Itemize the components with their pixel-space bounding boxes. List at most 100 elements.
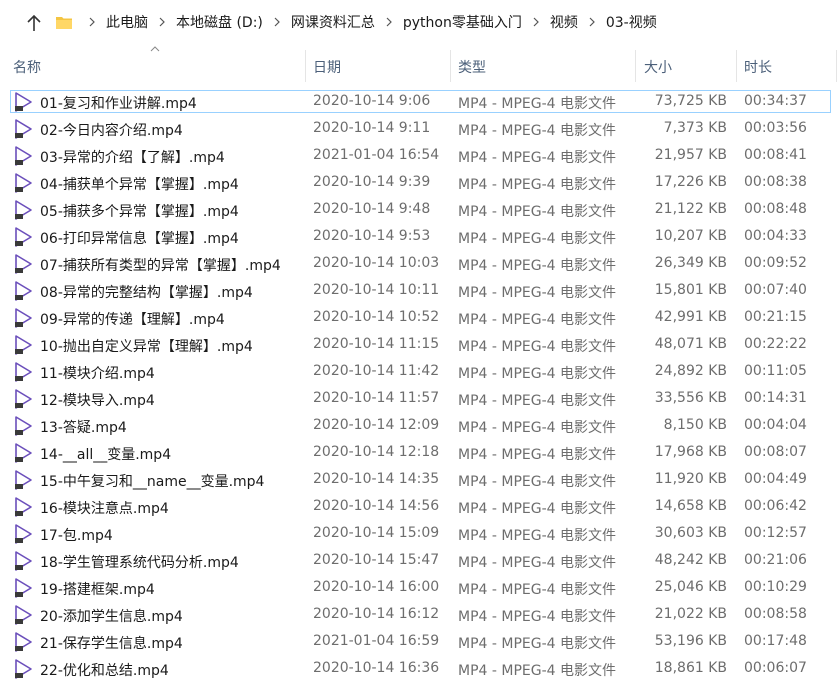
- file-size: 17,968 KB: [654, 444, 727, 460]
- file-duration: 00:11:05: [744, 363, 807, 379]
- column-size[interactable]: 大小: [636, 44, 737, 88]
- up-arrow-icon[interactable]: [22, 11, 46, 35]
- file-size: 14,658 KB: [654, 498, 727, 514]
- file-size: 73,725 KB: [654, 93, 727, 109]
- file-row[interactable]: 15-中午复习和__name__变量.mp4 2020-10-14 14:35 MP…: [0, 466, 840, 493]
- file-size: 33,556 KB: [654, 390, 727, 406]
- address-bar: 此电脑 本地磁盘 (D:) 网课资料汇总 python零基础入门 视频 03-视…: [0, 0, 840, 45]
- file-duration: 00:08:38: [744, 174, 807, 190]
- file-name: 15-中午复习和__name__变量.mp4: [40, 474, 265, 490]
- file-name: 01-复习和作业讲解.mp4: [40, 96, 197, 112]
- file-date: 2021-01-04 16:54: [313, 147, 440, 163]
- video-file-icon: [15, 173, 32, 193]
- file-row[interactable]: 08-异常的完整结构【掌握】.mp4 2020-10-14 10:11 MP4 - …: [0, 277, 840, 304]
- file-size: 21,122 KB: [654, 201, 727, 217]
- file-size: 48,242 KB: [654, 552, 727, 568]
- chevron-right-icon[interactable]: [271, 16, 283, 28]
- folder-icon: [56, 17, 72, 29]
- file-row[interactable]: 04-捕获单个异常【掌握】.mp4 2020-10-14 9:39 MP4 - MP…: [0, 169, 840, 196]
- file-row[interactable]: 10-抛出自定义异常【理解】.mp4 2020-10-14 11:15 MP4 - …: [0, 331, 840, 358]
- file-row[interactable]: 21-保存学生信息.mp4 2021-01-04 16:59 MP4 - MPEG-…: [0, 628, 840, 655]
- file-row[interactable]: 22-优化和总结.mp4 2020-10-14 16:36 MP4 - MPEG-4…: [0, 655, 840, 682]
- chevron-right-icon[interactable]: [383, 16, 395, 28]
- file-name: 11-模块介绍.mp4: [40, 366, 155, 382]
- file-row[interactable]: 14-__all__变量.mp4 2020-10-14 12:18 MP4 - MP…: [0, 439, 840, 466]
- chevron-right-icon[interactable]: [156, 16, 168, 28]
- file-date: 2020-10-14 11:15: [313, 336, 440, 352]
- file-type: MP4 - MPEG-4 电影文件: [458, 528, 617, 544]
- file-row[interactable]: 20-添加学生信息.mp4 2020-10-14 16:12 MP4 - MPEG-…: [0, 601, 840, 628]
- file-type: MP4 - MPEG-4 电影文件: [458, 150, 617, 166]
- file-type: MP4 - MPEG-4 电影文件: [458, 258, 617, 274]
- column-type[interactable]: 类型: [451, 44, 636, 88]
- video-file-icon: [15, 119, 32, 139]
- file-row[interactable]: 07-捕获所有类型的异常【掌握】.mp4 2020-10-14 10:03 MP4 …: [0, 250, 840, 277]
- file-duration: 00:12:57: [744, 525, 807, 541]
- file-row[interactable]: 09-异常的传递【理解】.mp4 2020-10-14 10:52 MP4 - MP…: [0, 304, 840, 331]
- sort-ascending-icon: [150, 46, 160, 52]
- file-row[interactable]: 17-包.mp4 2020-10-14 15:09 MP4 - MPEG-4 电影文…: [0, 520, 840, 547]
- breadcrumb-item[interactable]: 网课资料汇总: [289, 10, 377, 34]
- file-duration: 00:08:48: [744, 201, 807, 217]
- file-row[interactable]: 18-学生管理系统代码分析.mp4 2020-10-14 15:47 MP4 - M…: [0, 547, 840, 574]
- column-type-label: 类型: [458, 60, 486, 76]
- chevron-right-icon[interactable]: [530, 16, 542, 28]
- file-type: MP4 - MPEG-4 电影文件: [458, 285, 617, 301]
- video-file-icon: [15, 659, 32, 679]
- file-duration: 00:08:41: [744, 147, 807, 163]
- file-type: MP4 - MPEG-4 电影文件: [458, 204, 617, 220]
- file-row[interactable]: 03-异常的介绍【了解】.mp4 2021-01-04 16:54 MP4 - MP…: [0, 142, 840, 169]
- video-file-icon: [15, 281, 32, 301]
- file-size: 53,196 KB: [654, 633, 727, 649]
- file-name: 18-学生管理系统代码分析.mp4: [40, 555, 239, 571]
- column-date[interactable]: 日期: [306, 44, 451, 88]
- breadcrumb-item[interactable]: 此电脑: [104, 10, 150, 34]
- file-size: 24,892 KB: [654, 363, 727, 379]
- file-row[interactable]: 12-模块导入.mp4 2020-10-14 11:57 MP4 - MPEG-4 …: [0, 385, 840, 412]
- column-size-label: 大小: [644, 60, 672, 76]
- breadcrumb-item[interactable]: 视频: [548, 10, 580, 34]
- column-name-label: 名称: [13, 60, 41, 76]
- chevron-right-icon[interactable]: [586, 16, 598, 28]
- file-name: 03-异常的介绍【了解】.mp4: [40, 150, 225, 166]
- file-duration: 00:21:06: [744, 552, 807, 568]
- breadcrumb-item[interactable]: python零基础入门: [401, 10, 524, 34]
- file-date: 2020-10-14 10:52: [313, 309, 440, 325]
- file-size: 17,226 KB: [654, 174, 727, 190]
- file-row[interactable]: 06-打印异常信息【掌握】.mp4 2020-10-14 9:53 MP4 - MP…: [0, 223, 840, 250]
- column-duration[interactable]: 时长: [737, 44, 837, 88]
- file-row[interactable]: 13-答疑.mp4 2020-10-14 12:09 MP4 - MPEG-4 电影…: [0, 412, 840, 439]
- file-row[interactable]: 01-复习和作业讲解.mp4 2020-10-14 9:06 MP4 - MPEG-…: [0, 88, 840, 115]
- file-name: 22-优化和总结.mp4: [40, 663, 169, 679]
- file-size: 30,603 KB: [654, 525, 727, 541]
- file-type: MP4 - MPEG-4 电影文件: [458, 474, 617, 490]
- file-size: 18,861 KB: [654, 660, 727, 676]
- file-row[interactable]: 05-捕获多个异常【掌握】.mp4 2020-10-14 9:48 MP4 - MP…: [0, 196, 840, 223]
- file-row[interactable]: 16-模块注意点.mp4 2020-10-14 14:56 MP4 - MPEG-4…: [0, 493, 840, 520]
- file-date: 2020-10-14 11:57: [313, 390, 440, 406]
- file-duration: 00:04:33: [744, 228, 807, 244]
- file-row[interactable]: 19-搭建框架.mp4 2020-10-14 16:00 MP4 - MPEG-4 …: [0, 574, 840, 601]
- file-name: 12-模块导入.mp4: [40, 393, 155, 409]
- file-size: 11,920 KB: [654, 471, 727, 487]
- file-date: 2020-10-14 14:35: [313, 471, 440, 487]
- file-size: 48,071 KB: [654, 336, 727, 352]
- file-row[interactable]: 11-模块介绍.mp4 2020-10-14 11:42 MP4 - MPEG-4 …: [0, 358, 840, 385]
- video-file-icon: [15, 524, 32, 544]
- file-size: 8,150 KB: [663, 417, 727, 433]
- breadcrumb-item[interactable]: 本地磁盘 (D:): [174, 10, 265, 34]
- file-date: 2020-10-14 15:09: [313, 525, 440, 541]
- file-size: 21,022 KB: [654, 606, 727, 622]
- file-date: 2020-10-14 9:06: [313, 93, 431, 109]
- file-duration: 00:09:52: [744, 255, 807, 271]
- file-type: MP4 - MPEG-4 电影文件: [458, 366, 617, 382]
- breadcrumb-item[interactable]: 03-视频: [604, 10, 659, 34]
- video-file-icon: [15, 362, 32, 382]
- file-type: MP4 - MPEG-4 电影文件: [458, 555, 617, 571]
- file-duration: 00:10:29: [744, 579, 807, 595]
- file-size: 15,801 KB: [654, 282, 727, 298]
- file-name: 08-异常的完整结构【掌握】.mp4: [40, 285, 253, 301]
- file-row[interactable]: 02-今日内容介绍.mp4 2020-10-14 9:11 MP4 - MPEG-4…: [0, 115, 840, 142]
- column-name[interactable]: 名称: [0, 44, 306, 88]
- file-size: 26,349 KB: [654, 255, 727, 271]
